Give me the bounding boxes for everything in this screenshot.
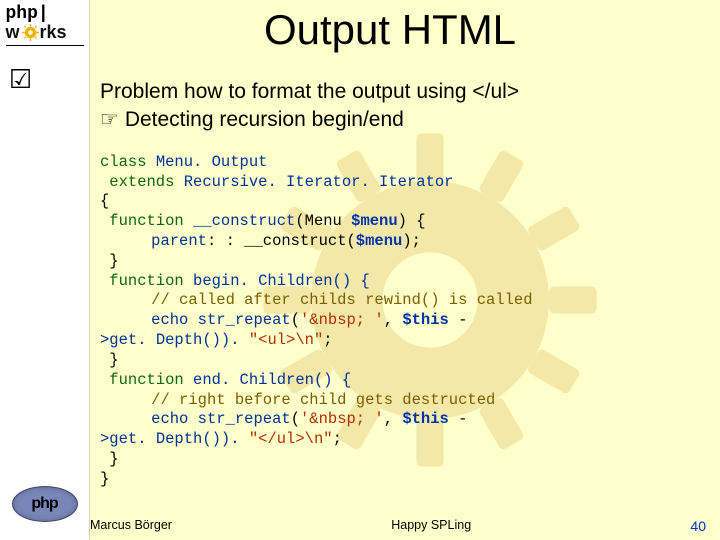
phpworks-logo: php| w rks <box>6 4 84 46</box>
content-area: Output HTML Problem how to format the ou… <box>90 0 720 540</box>
slide-body: Problem how to format the output using <… <box>100 78 700 490</box>
left-rail: php| w rks ☑ php <box>0 0 90 540</box>
code-block: class Menu. Output extends Recursive. It… <box>100 153 700 490</box>
footer-title: Happy SPLing <box>172 518 690 534</box>
logo-text-top: php| <box>6 4 84 24</box>
logo-text-bottom: w rks <box>6 22 84 43</box>
bullet-marker: ☑ <box>6 64 36 95</box>
php-logo: php <box>12 486 78 522</box>
footer: Marcus Börger Happy SPLing 40 <box>90 518 706 534</box>
problem-text: Problem how to format the output using <… <box>100 78 700 135</box>
problem-line-1: Problem how to format the output using <… <box>100 80 519 103</box>
gear-icon <box>22 24 39 41</box>
slide: php| w rks ☑ php <box>0 0 720 540</box>
php-oval-icon: php <box>12 486 78 522</box>
check-icon: ☑ <box>9 64 32 94</box>
pointing-hand-icon: ☞ <box>100 108 119 131</box>
problem-line-2: Detecting recursion begin/end <box>125 108 404 131</box>
slide-number: 40 <box>690 518 706 534</box>
footer-author: Marcus Börger <box>90 518 172 534</box>
rail-top: php| w rks ☑ <box>6 0 84 95</box>
logo-underline <box>6 45 84 46</box>
slide-title: Output HTML <box>90 6 690 54</box>
